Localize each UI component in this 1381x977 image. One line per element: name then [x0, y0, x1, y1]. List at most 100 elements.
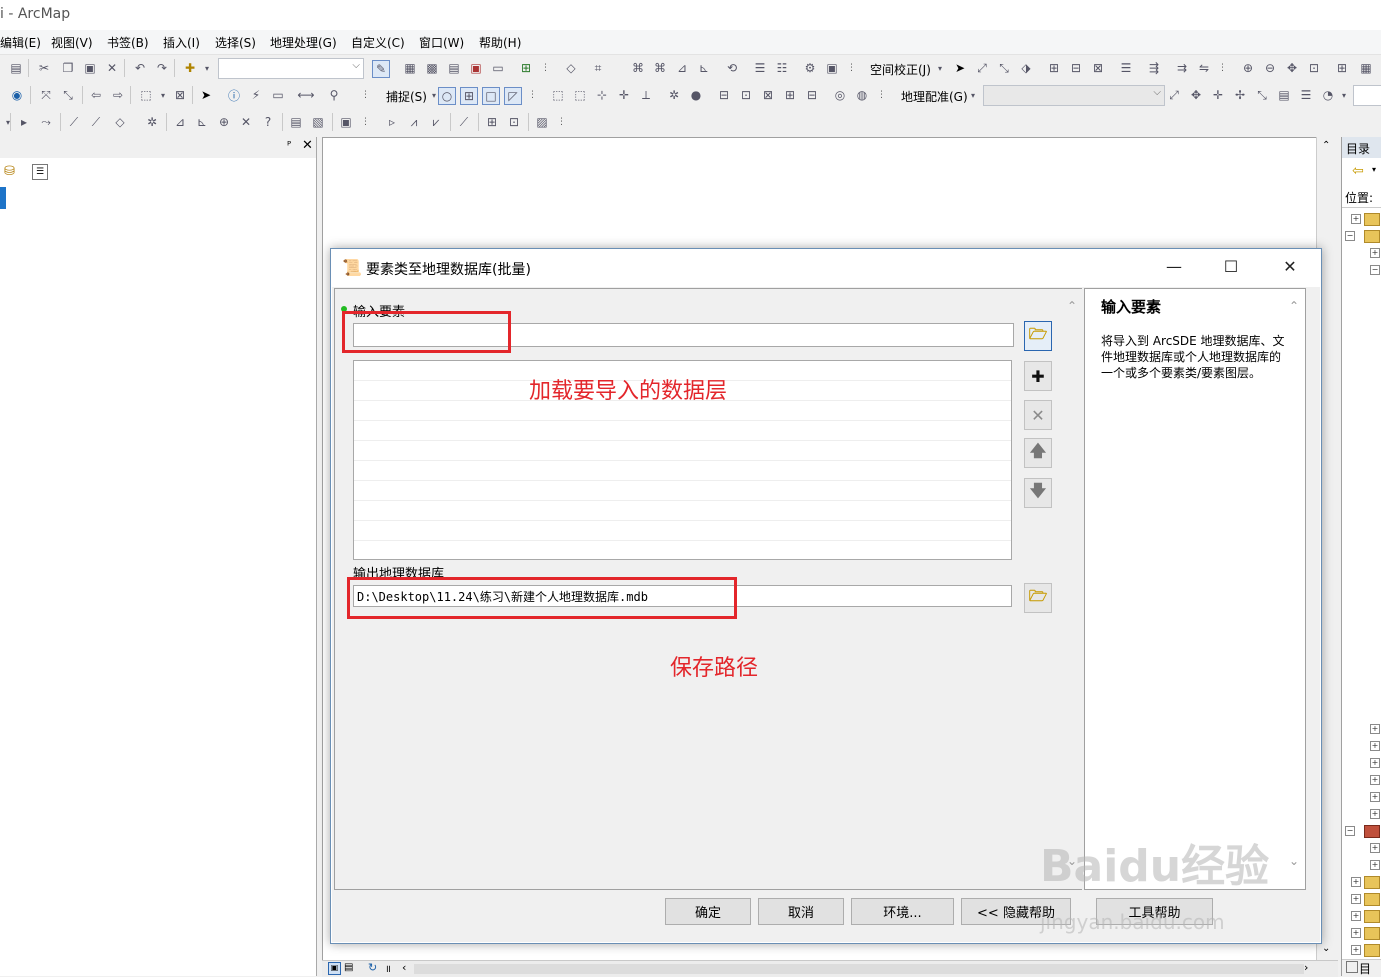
multi-link-icon[interactable]: ⬗	[1018, 60, 1034, 76]
hyperlink-icon[interactable]: ⚡	[248, 87, 264, 103]
tree-expand-icon[interactable]: +	[1370, 860, 1380, 870]
scroll-up-icon[interactable]: ⌃	[1322, 140, 1330, 151]
search-window-icon[interactable]: ▤	[446, 60, 462, 76]
menu-windows[interactable]: 窗口(W)	[419, 34, 464, 51]
menu-selection[interactable]: 选择(S)	[215, 34, 256, 51]
menu-edit[interactable]: 编辑(E)	[0, 34, 41, 51]
measure-icon[interactable]: ⟷	[297, 87, 314, 103]
clear-links-icon[interactable]: ⊠	[1090, 60, 1106, 76]
point-snapping-icon[interactable]: ○	[438, 87, 456, 105]
scroll-right-icon[interactable]: ›	[1304, 961, 1308, 974]
snapping-menu[interactable]: 捕捉(S)	[386, 88, 427, 105]
tree-collapse-icon[interactable]: −	[1345, 826, 1355, 836]
modify-link-icon[interactable]: ⤡	[996, 60, 1012, 76]
line-tool-icon[interactable]: ⟋	[66, 114, 82, 130]
play-icon[interactable]: ▸	[16, 114, 32, 130]
close-icon[interactable]: ✕	[302, 138, 313, 153]
menu-customize[interactable]: 自定义(C)	[351, 34, 405, 51]
toolbar-grip-icon[interactable]: ⋮	[361, 118, 370, 131]
zoom-out-fixed-icon[interactable]: ⊖	[1262, 60, 1278, 76]
grid-edit-icon[interactable]: ⊡	[506, 114, 522, 130]
find-icon[interactable]: ⚲	[326, 87, 342, 103]
environments-button[interactable]: 环境...	[851, 898, 954, 925]
edge-match-icon[interactable]: ⇶	[1146, 60, 1162, 76]
editor-settings-icon[interactable]: ▣	[824, 60, 840, 76]
polyline-tool-icon[interactable]: ⟋	[88, 114, 104, 130]
rotate-georef-icon[interactable]: ⤢	[1166, 87, 1182, 103]
select-link-icon[interactable]: ⤡	[1254, 87, 1270, 103]
network-icon[interactable]: ⊿	[172, 114, 188, 130]
graph-icon[interactable]: ▧	[310, 114, 326, 130]
python-window-icon[interactable]: ▭	[490, 60, 506, 76]
cut-polygon-icon[interactable]: ⊿	[674, 60, 690, 76]
toolbar-grip-icon[interactable]: ⋮	[557, 118, 566, 131]
tree-expand-icon[interactable]: +	[1351, 877, 1361, 887]
print-icon[interactable]: ▤	[8, 60, 24, 76]
close-icon[interactable]: ✕	[1279, 257, 1301, 276]
list-by-drawing-order-icon[interactable]: ⛁	[4, 164, 20, 179]
sketch-properties-icon[interactable]: ☷	[774, 60, 790, 76]
map-scale-combo[interactable]: ⌵	[218, 58, 364, 79]
midpoint-icon[interactable]: ⊹	[594, 87, 610, 103]
edge-trace-icon[interactable]: ⩗	[428, 114, 444, 130]
fixed-zoom-out-icon[interactable]: ⤡	[60, 87, 76, 103]
horizontal-scrollbar-track[interactable]	[414, 964, 1304, 974]
scale-combo-right[interactable]	[1353, 85, 1381, 106]
tree-expand-icon[interactable]: +	[1370, 741, 1380, 751]
solve-icon[interactable]: ?	[260, 114, 276, 130]
add-item-button[interactable]: ✚	[1024, 361, 1052, 391]
toolbar-grip-icon[interactable]: ⋮	[528, 91, 537, 104]
circle-icon[interactable]: ●	[688, 87, 704, 103]
tree-expand-icon[interactable]: +	[1370, 775, 1380, 785]
barrier-icon[interactable]: ✕	[238, 114, 254, 130]
arctoolbox-icon[interactable]: ▣	[468, 60, 484, 76]
tree-expand-icon[interactable]: +	[1351, 945, 1361, 955]
direction-distance-icon[interactable]: ⟂	[638, 87, 654, 103]
copy-parallel-icon[interactable]: ◍	[854, 87, 870, 103]
scroll-left-icon[interactable]: ‹	[402, 961, 406, 974]
tree-expand-icon[interactable]: +	[1370, 792, 1380, 802]
end-snapping-icon[interactable]: ⊞	[460, 87, 478, 105]
editing-options-icon[interactable]: ⚙	[802, 60, 818, 76]
move-up-button[interactable]: 🡅	[1024, 438, 1052, 468]
back-arrow-icon[interactable]: ⇦	[1352, 163, 1364, 179]
model-builder-icon[interactable]: ⊞	[518, 60, 534, 76]
tree-expand-icon[interactable]: +	[1370, 758, 1380, 768]
edge-snapping-icon[interactable]: ◸	[504, 87, 522, 105]
buffer-icon[interactable]: ◎	[832, 87, 848, 103]
zoom-in-fixed-icon[interactable]: ⊕	[1240, 60, 1256, 76]
catalog-window-icon[interactable]: ▩	[424, 60, 440, 76]
georeferencing-menu[interactable]: 地理配准(G)	[901, 88, 968, 105]
toolbar-grip-icon[interactable]: ⋮	[847, 64, 856, 77]
fixed-zoom-in-icon[interactable]: ⤧	[38, 87, 54, 103]
tree-expand-icon[interactable]: +	[1351, 894, 1361, 904]
menu-help[interactable]: 帮助(H)	[479, 34, 521, 51]
results-icon[interactable]: ▣	[338, 114, 354, 130]
viewer-icon[interactable]: ◔	[1320, 87, 1336, 103]
mirror-icon[interactable]: ⊟	[716, 87, 732, 103]
edit-line-icon[interactable]: ⟋	[456, 114, 472, 130]
add-data-dropdown-icon[interactable]: ▾	[199, 60, 215, 76]
identity-link-icon[interactable]: ⊞	[1046, 60, 1062, 76]
back-extent-icon[interactable]: ⇦	[88, 87, 104, 103]
georef-layer-combo[interactable]: ⌵	[983, 85, 1165, 106]
shift-georef-icon[interactable]: ✥	[1188, 87, 1204, 103]
redo-icon[interactable]: ↷	[154, 60, 170, 76]
remove-item-button[interactable]: ✕	[1024, 400, 1052, 430]
identify-icon[interactable]: ⓘ	[226, 87, 242, 103]
view-link-table-icon[interactable]: ☰	[1298, 87, 1314, 103]
minimize-icon[interactable]: —	[1163, 257, 1185, 276]
spatial-adjustment-menu[interactable]: 空间校正(J)	[870, 61, 931, 78]
trace-icon[interactable]: ⬚	[572, 87, 588, 103]
tree-expand-icon[interactable]: +	[1351, 214, 1361, 224]
select-elements-icon[interactable]: ➤	[952, 60, 968, 76]
report-icon[interactable]: ▤	[288, 114, 304, 130]
move-down-button[interactable]: 🡇	[1024, 478, 1052, 508]
pause-icon[interactable]: ॥	[385, 961, 391, 975]
pointer-icon[interactable]: ▹	[384, 114, 400, 130]
forward-extent-icon[interactable]: ⇨	[110, 87, 126, 103]
chevron-down-icon[interactable]: ▾	[155, 87, 171, 103]
layout-view-icon[interactable]: ▤	[344, 962, 353, 973]
cancel-button[interactable]: 取消	[758, 898, 844, 925]
straight-segment-icon[interactable]: ⬚	[550, 87, 566, 103]
